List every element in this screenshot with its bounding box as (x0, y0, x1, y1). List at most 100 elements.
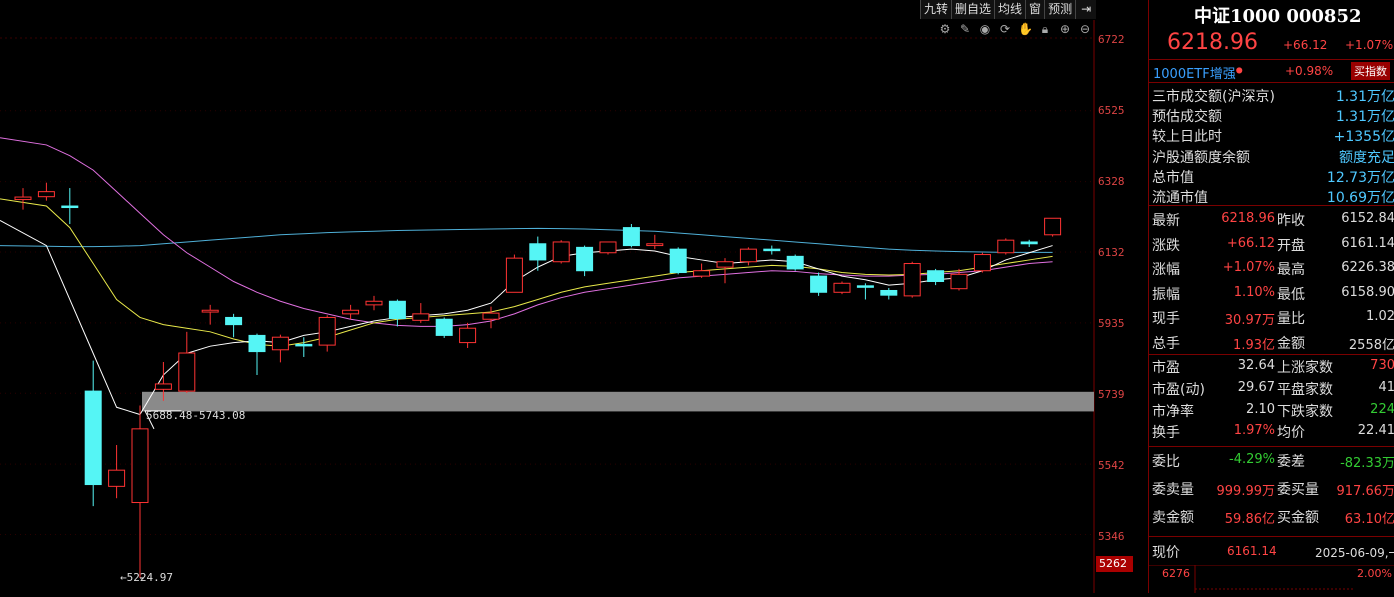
etf-name[interactable]: 1000ETF增强 (1153, 67, 1236, 82)
toolbar-window[interactable]: 窗 (1025, 0, 1044, 19)
stat-label: 预估成交额 (1152, 106, 1222, 126)
order-label: 委比 (1152, 451, 1180, 471)
candle (881, 288, 897, 300)
exit-icon[interactable]: ⇥ (1075, 0, 1096, 19)
stat-label: 三市成交额(沪深京) (1152, 86, 1275, 106)
mini-chart: 6276 2.00% (1149, 565, 1394, 593)
candle-body-up (319, 317, 335, 345)
ma_pink-line (0, 138, 1053, 327)
candle (413, 303, 429, 323)
candle-body-down (787, 256, 803, 269)
candle-body-up (483, 313, 499, 319)
eye-icon[interactable]: ◉ (978, 22, 992, 37)
order-label: 委买量 (1277, 479, 1319, 499)
candle (787, 255, 803, 271)
candle-body-up (717, 262, 733, 267)
stat-row: 较上日此时+1355亿 (1152, 126, 1394, 146)
zoom-out-icon[interactable]: ⊖ (1078, 22, 1092, 37)
kline-chart[interactable]: 67226525632861325935573955425346 5688.48… (0, 0, 1150, 593)
quotes-label: 涨幅 (1152, 259, 1180, 279)
candle-body-down (85, 391, 101, 484)
stat-label: 流通市值 (1152, 187, 1208, 207)
quotes-value: 6218.96 (1221, 211, 1275, 226)
valuation-label: 平盘家数 (1277, 379, 1333, 399)
stat-label: 总市值 (1152, 167, 1194, 187)
range-label: 5688.48-5743.08 (146, 409, 245, 422)
toolbar-remove-favorite[interactable]: 删自选 (951, 0, 994, 19)
candle (717, 258, 733, 283)
chart-toolbar: 九转 删自选 均线 窗 预测 ⇥ (920, 0, 1096, 19)
gear-icon[interactable]: ⚙ (938, 22, 952, 37)
quotes-label: 金额 (1277, 333, 1305, 353)
candle-body-up (155, 384, 171, 389)
candle-body-down (811, 276, 827, 292)
low-value: 5224.97 (127, 571, 173, 584)
candle-body-down (249, 335, 265, 351)
stat-row: 流通市值10.69万亿 (1152, 187, 1394, 207)
toolbar-forecast[interactable]: 预测 (1044, 0, 1075, 19)
quote-panel: 中证1000 000852 6218.96 +66.12 +1.07% 1000… (1148, 0, 1394, 593)
candle (249, 334, 265, 375)
candle (647, 235, 663, 249)
valuation-label: 市盈(动) (1152, 379, 1205, 399)
quotes-value: 30.97万 (1225, 309, 1275, 328)
current-price-tag: 5262 (1096, 556, 1133, 572)
draw-tools: ⚙ ✎ ◉ ⟳ ✋ 🔒︎ ⊕ ⊖ (938, 22, 1092, 37)
candle (974, 253, 990, 273)
stat-label: 较上日此时 (1152, 126, 1222, 146)
ma_yellow-line (0, 199, 1053, 346)
stat-value: 12.73万亿 (1327, 167, 1394, 187)
candle (928, 269, 944, 285)
order-label: 委差 (1277, 451, 1305, 471)
candle-body-up (413, 314, 429, 320)
candle (296, 337, 312, 357)
candle (998, 238, 1014, 254)
candle-body-down (881, 290, 897, 295)
quotes-label: 量比 (1277, 308, 1305, 328)
candle (179, 332, 195, 393)
candle-body-down (623, 228, 639, 246)
ma_blue-line (0, 228, 1053, 252)
candle-body-down (857, 286, 873, 288)
quotes-value: 1.93亿 (1233, 334, 1275, 353)
candle (530, 237, 546, 271)
candle-body-up (974, 255, 990, 271)
valuation-label: 市盈 (1152, 357, 1180, 377)
candle (834, 282, 850, 295)
order-value: 999.99万 (1217, 480, 1276, 499)
order-value2: -82.33万 (1340, 452, 1394, 471)
valuation-label: 市净率 (1152, 401, 1194, 421)
candle-body-up (460, 328, 476, 342)
kline-svg[interactable] (0, 0, 1150, 593)
candle (226, 314, 242, 337)
candle (319, 315, 335, 351)
candle-body-down (530, 244, 546, 260)
y-tick-label: 6328 (1098, 175, 1125, 188)
cycle-icon[interactable]: ⟳ (998, 22, 1012, 37)
candle (904, 262, 920, 298)
etf-pct: +0.98% (1285, 64, 1333, 78)
candle-body-down (389, 301, 405, 318)
buy-index-button[interactable]: 买指数 (1351, 62, 1390, 80)
zoom-in-icon[interactable]: ⊕ (1058, 22, 1072, 37)
y-tick-label: 6132 (1098, 246, 1125, 259)
toolbar-jiuzhuan[interactable]: 九转 (920, 0, 951, 19)
hand-icon[interactable]: ✋ (1018, 22, 1032, 37)
candle (577, 246, 593, 277)
etf-link[interactable]: 1000ETF增强● (1153, 63, 1243, 82)
now-price: 6161.14 (1227, 544, 1277, 558)
candle-body-down (296, 344, 312, 346)
pen-icon[interactable]: ✎ (958, 22, 972, 37)
toolbar-ma[interactable]: 均线 (994, 0, 1025, 19)
lock-icon[interactable]: 🔒︎ (1038, 22, 1052, 37)
candle-body-up (647, 244, 663, 246)
candle-body-up (38, 192, 54, 197)
quotes-label: 最新 (1152, 210, 1180, 230)
stat-value: 额度充足 (1339, 147, 1394, 167)
candle-body-up (272, 337, 288, 350)
valuation-value: 2.10 (1246, 402, 1275, 417)
candle-body-down (670, 249, 686, 272)
candle-body-up (951, 274, 967, 288)
quotes-value: +66.12 (1227, 236, 1275, 251)
candle (857, 283, 873, 299)
